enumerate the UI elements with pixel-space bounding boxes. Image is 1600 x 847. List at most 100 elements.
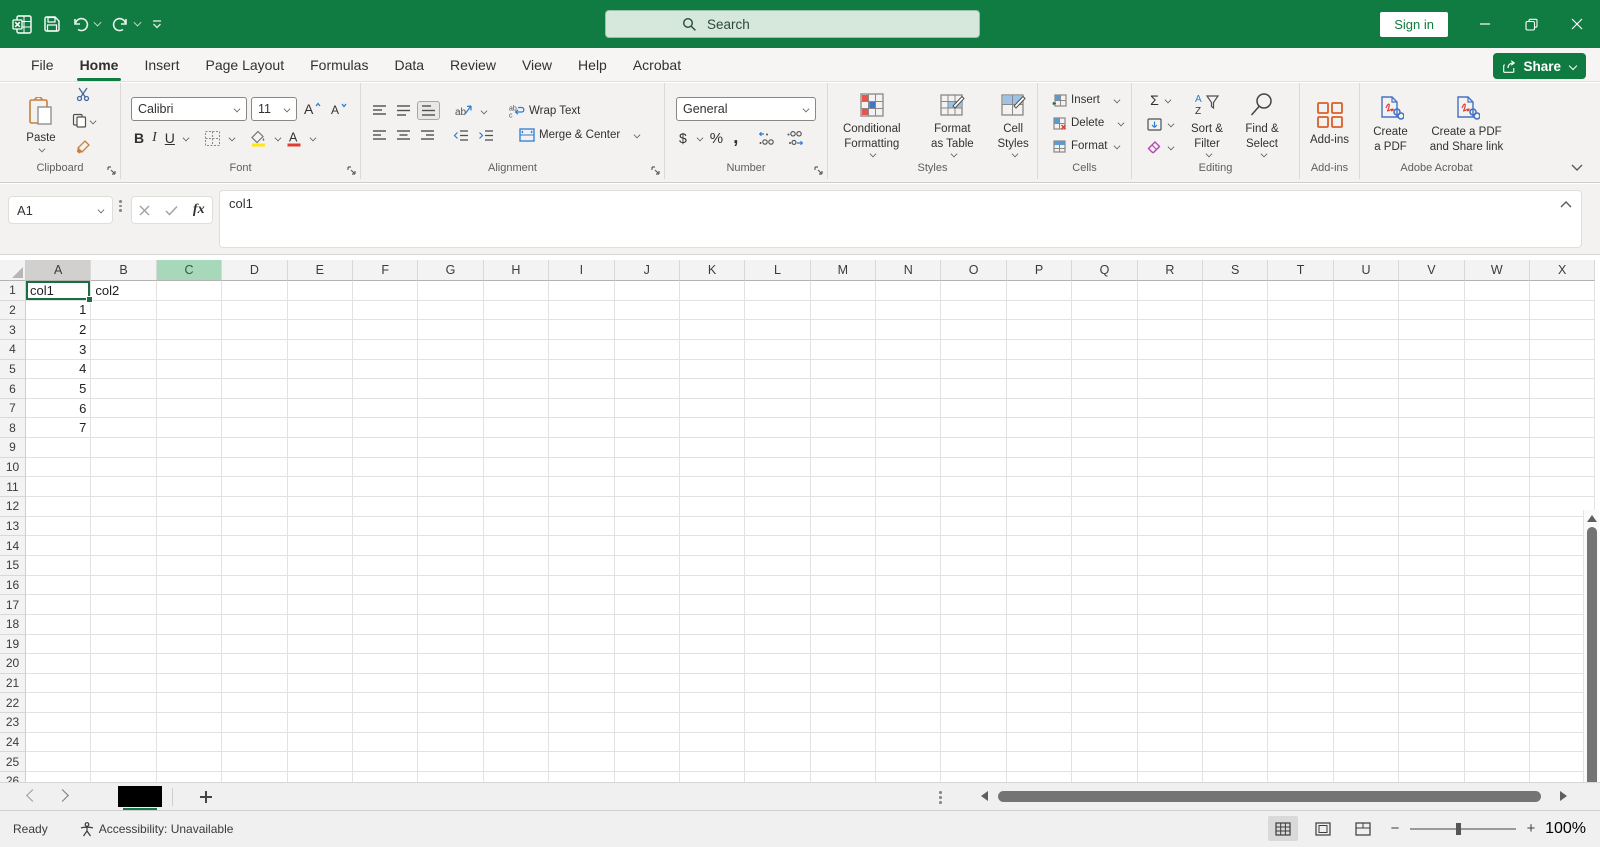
column-header-B[interactable]: B [91, 260, 156, 281]
cell[interactable] [484, 576, 549, 596]
cell[interactable] [288, 320, 353, 340]
cell[interactable] [1465, 674, 1530, 694]
cell[interactable] [1334, 477, 1399, 497]
cell[interactable] [1399, 477, 1464, 497]
cell[interactable] [1334, 320, 1399, 340]
cell[interactable] [876, 772, 941, 782]
restore-button[interactable] [1508, 0, 1554, 48]
sort-filter-button[interactable]: AZ Sort & Filter [1181, 88, 1233, 157]
cell[interactable] [549, 772, 614, 782]
cell[interactable] [222, 674, 287, 694]
cell[interactable] [91, 438, 156, 458]
row-header-4[interactable]: 4 [0, 340, 26, 360]
cell[interactable] [1072, 713, 1137, 733]
number-format-select[interactable]: General [676, 97, 816, 121]
cell[interactable] [615, 301, 680, 321]
cell[interactable] [1007, 693, 1072, 713]
cell[interactable] [1203, 438, 1268, 458]
cell[interactable] [1268, 752, 1333, 772]
cell[interactable] [1138, 320, 1203, 340]
cell[interactable] [1465, 399, 1530, 419]
cell[interactable] [745, 360, 810, 380]
cell[interactable] [91, 497, 156, 517]
cell[interactable] [1007, 733, 1072, 753]
cell[interactable] [680, 576, 745, 596]
cell[interactable] [91, 713, 156, 733]
cell[interactable] [353, 458, 418, 478]
cell[interactable] [353, 379, 418, 399]
cell[interactable] [288, 438, 353, 458]
cell[interactable] [811, 281, 876, 301]
currency-chevron-icon[interactable] [696, 135, 703, 142]
cell[interactable] [1268, 340, 1333, 360]
cell[interactable] [1007, 752, 1072, 772]
cell[interactable] [876, 301, 941, 321]
tab-review[interactable]: Review [437, 50, 509, 81]
align-top-button[interactable] [369, 102, 390, 119]
cell[interactable] [26, 595, 91, 615]
cell[interactable] [1530, 301, 1595, 321]
column-header-K[interactable]: K [680, 260, 745, 281]
name-box[interactable]: A1 [8, 196, 113, 224]
cell[interactable] [680, 320, 745, 340]
cell[interactable] [1334, 654, 1399, 674]
align-left-button[interactable] [369, 127, 390, 144]
cell[interactable] [1203, 556, 1268, 576]
cell[interactable] [615, 517, 680, 537]
scroll-left-arrow-icon[interactable] [981, 791, 988, 801]
cell[interactable] [157, 556, 222, 576]
row-header-10[interactable]: 10 [0, 458, 26, 478]
cell[interactable] [1399, 556, 1464, 576]
font-size-select[interactable]: 11 [251, 97, 297, 121]
cell[interactable] [1399, 693, 1464, 713]
row-header-25[interactable]: 25 [0, 752, 26, 772]
column-header-V[interactable]: V [1399, 260, 1464, 281]
normal-view-button[interactable] [1268, 816, 1298, 841]
cell[interactable] [1138, 399, 1203, 419]
cell[interactable] [680, 674, 745, 694]
find-select-button[interactable]: Find & Select [1237, 88, 1287, 157]
cell[interactable] [1334, 615, 1399, 635]
cell[interactable] [484, 674, 549, 694]
cell[interactable] [484, 301, 549, 321]
cell[interactable] [1399, 458, 1464, 478]
cell[interactable] [549, 379, 614, 399]
column-header-D[interactable]: D [222, 260, 287, 281]
cell[interactable] [222, 772, 287, 782]
cell[interactable] [157, 733, 222, 753]
cell[interactable] [484, 713, 549, 733]
cell[interactable] [941, 693, 1006, 713]
scroll-up-arrow-icon[interactable] [1587, 515, 1597, 522]
cell[interactable] [876, 615, 941, 635]
cell[interactable] [1138, 379, 1203, 399]
cell[interactable] [1334, 418, 1399, 438]
cell[interactable] [1203, 536, 1268, 556]
cell[interactable] [680, 772, 745, 782]
cell[interactable] [811, 595, 876, 615]
cell[interactable] [680, 615, 745, 635]
formula-bar-collapse-button[interactable] [1560, 195, 1572, 205]
cell[interactable] [484, 379, 549, 399]
cell[interactable] [615, 399, 680, 419]
tab-page-layout[interactable]: Page Layout [192, 50, 297, 81]
cell[interactable] [941, 536, 1006, 556]
cell[interactable] [1399, 713, 1464, 733]
cell[interactable] [811, 576, 876, 596]
cell[interactable] [288, 497, 353, 517]
cell[interactable] [418, 379, 483, 399]
cell[interactable] [745, 497, 810, 517]
cell[interactable] [615, 772, 680, 782]
cell[interactable] [876, 399, 941, 419]
cell[interactable] [1334, 635, 1399, 655]
cell[interactable] [1334, 517, 1399, 537]
cell[interactable] [1399, 772, 1464, 782]
column-header-U[interactable]: U [1334, 260, 1399, 281]
cell[interactable] [1399, 301, 1464, 321]
cell[interactable] [1268, 458, 1333, 478]
tab-acrobat[interactable]: Acrobat [620, 50, 694, 81]
cell[interactable] [876, 438, 941, 458]
cell[interactable] [222, 399, 287, 419]
cell[interactable] [941, 556, 1006, 576]
cell[interactable] [222, 576, 287, 596]
cell[interactable] [811, 674, 876, 694]
